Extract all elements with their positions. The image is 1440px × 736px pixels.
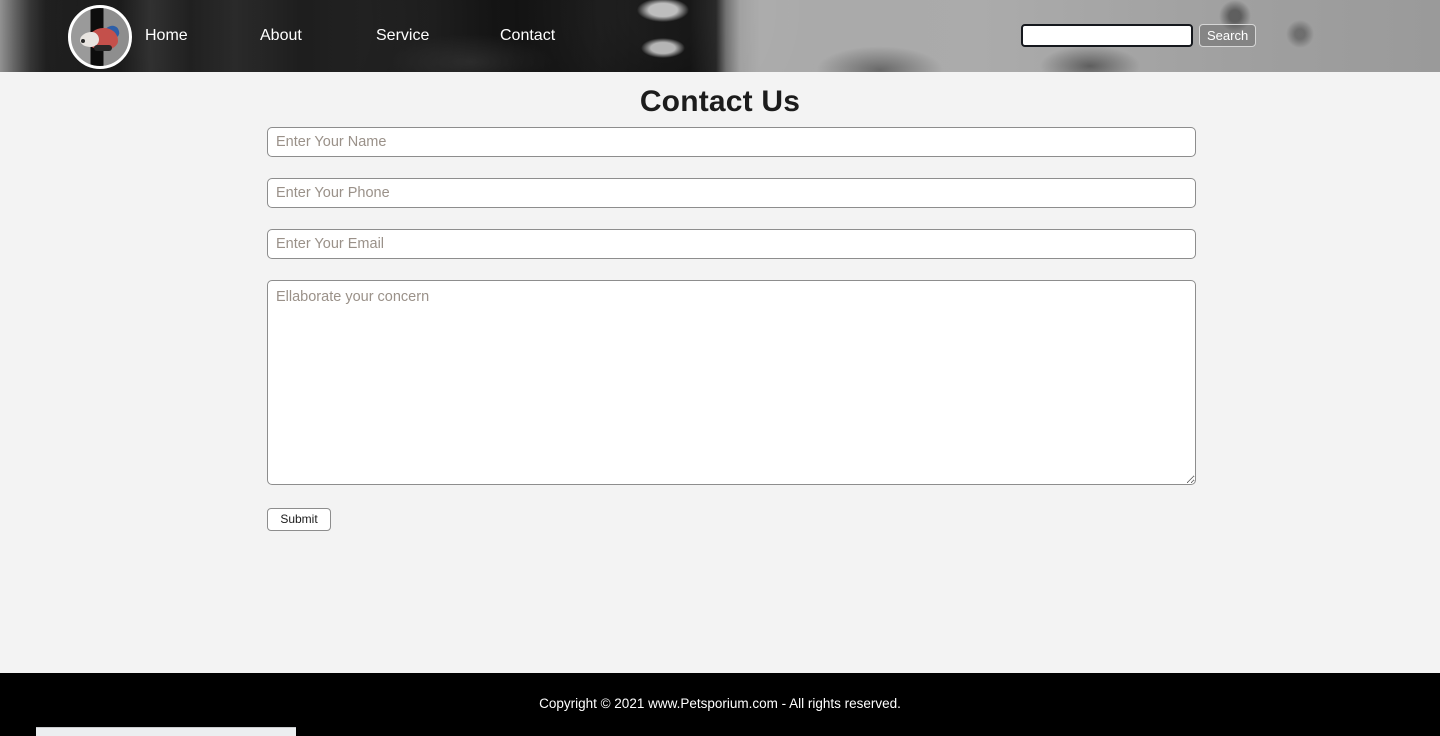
header-search: Search [1021,24,1257,47]
name-input[interactable] [267,127,1196,157]
site-logo[interactable] [68,5,132,69]
email-input[interactable] [267,229,1196,259]
phone-input[interactable] [267,178,1196,208]
page-title: Contact Us [639,85,801,119]
pet-logo-nose-shape [81,39,85,43]
header-content: Home About Service Contact Search [0,0,1440,72]
search-button[interactable]: Search [1199,24,1257,47]
pet-logo-base-shape [94,45,112,51]
contact-form: Submit [267,127,1196,531]
pet-logo-icon [80,24,124,52]
nav-link-contact[interactable]: Contact [500,26,555,46]
submit-button[interactable]: Submit [267,508,331,531]
footer-copyright: Copyright © 2021 www.Petsporium.com - Al… [539,696,901,711]
nav-link-about[interactable]: About [260,26,302,46]
browser-bottom-strip [36,727,296,736]
nav-link-service[interactable]: Service [376,26,429,46]
nav-link-home[interactable]: Home [145,26,188,46]
search-input[interactable] [1021,24,1193,47]
contact-page: Home About Service Contact Search Contac… [0,0,1440,736]
main-content: Contact Us Submit [0,72,1440,673]
site-header: Home About Service Contact Search [0,0,1440,72]
message-textarea[interactable] [267,280,1196,485]
